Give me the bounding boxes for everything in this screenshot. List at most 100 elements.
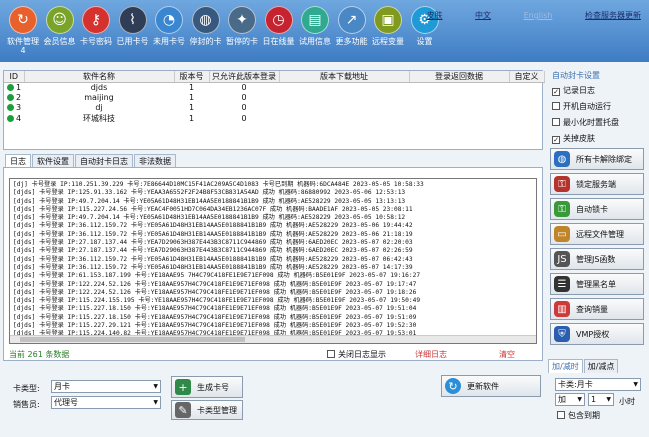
- row-version: 1: [188, 93, 195, 102]
- right-button-2[interactable]: ⚿ 自动锁卡: [550, 198, 644, 220]
- tab-illegal-data[interactable]: 非法数据: [134, 154, 176, 167]
- right-button-3[interactable]: ▭ 远程文件管理: [550, 223, 644, 245]
- top-toolbar: ↻ 软件管理 4 ☺ 会员信息 ⚷ 卡号密码 ⌇ 已用卡号 ◔ 未用卡号 ◍ 停封的卡 ✦ 暂停的卡 ◷ 日在线…: [0, 0, 649, 62]
- time-point-tabs: 加/减时 加/减点: [548, 359, 619, 373]
- toolbar-button-2[interactable]: ⚷ 卡号密码: [76, 6, 116, 46]
- right-button-label: 管理黑名单: [576, 279, 616, 289]
- chinese-link[interactable]: 中文: [475, 11, 491, 20]
- close-log-label: 关闭日志显示: [338, 350, 386, 359]
- table-row[interactable]: 2 maijing 1 0: [4, 93, 544, 103]
- toolbar-button-9[interactable]: ↗ 更多功能: [332, 6, 372, 46]
- toolbar-button-7[interactable]: ◷ 日在线量: [259, 6, 299, 46]
- col-id[interactable]: ID: [4, 71, 25, 83]
- col-custom[interactable]: 自定义: [509, 71, 545, 83]
- card-type-manage-button[interactable]: ✎ 卡类型管理: [171, 400, 243, 420]
- toolbar-label: 远程变量: [372, 37, 404, 46]
- row-version: 1: [188, 103, 195, 112]
- update-software-button[interactable]: ↻ 更新软件: [441, 375, 541, 397]
- row-id: 4: [4, 113, 24, 124]
- right-button-label: 管理JS函数: [576, 254, 616, 264]
- english-link[interactable]: English: [524, 11, 553, 20]
- software-table[interactable]: ID 软件名称 版本号 只允许此版本登录 版本下载地址 登录返回数据 自定义 1…: [3, 70, 545, 150]
- log-count: 当前 261 条数据: [9, 350, 70, 359]
- checkbox-icon: ✓: [552, 136, 560, 144]
- row-version: 1: [188, 83, 195, 93]
- log-textbox[interactable]: [dj] 卡号登录 IP:110.251.39.229 卡号:7E86644D1…: [9, 178, 537, 344]
- globe-icon: ◍: [191, 6, 220, 34]
- log-tabs: 日志 软件设置 自动封卡日志 非法数据: [5, 154, 177, 167]
- hour-label: 小时: [619, 397, 635, 406]
- right-button-label: 所有卡解除绑定: [576, 154, 632, 164]
- add-sub-select[interactable]: 加: [555, 393, 585, 406]
- row-only: 0: [241, 113, 247, 123]
- auto-ban-heading: 自动封卡设置: [552, 71, 600, 80]
- row-custom: [509, 83, 544, 93]
- log-line: [djds] 卡号登录 IP:36.112.159.72 卡号:YE05A61D…: [13, 230, 413, 238]
- clear-log-link[interactable]: 清空: [499, 349, 515, 360]
- log-line: [djds] 卡号登录 IP:115.227.24.56 卡号:YEAC4F00…: [13, 205, 413, 213]
- tab-log[interactable]: 日志: [5, 154, 31, 167]
- tab-add-time[interactable]: 加/减时: [548, 359, 583, 373]
- toolbar-button-8[interactable]: ▤ 试用信息: [295, 6, 335, 46]
- row-custom: [509, 113, 544, 124]
- generate-card-button[interactable]: + 生成卡号: [171, 376, 243, 398]
- skin-link[interactable]: 皮肤: [426, 11, 442, 20]
- tab-software-settings[interactable]: 软件设置: [32, 154, 74, 167]
- toolbar-button-4[interactable]: ◔ 未用卡号: [149, 6, 189, 46]
- chart-icon: ▥: [554, 301, 570, 317]
- row-name: djds: [90, 83, 108, 93]
- checkbox-icon: ✓: [552, 88, 560, 96]
- card-type-label: 卡类型:: [13, 384, 40, 393]
- lock-icon: ⚿: [554, 201, 570, 217]
- tab-add-points[interactable]: 加/减点: [583, 359, 619, 373]
- table-row[interactable]: 1 djds 1 0: [4, 83, 544, 93]
- option-checkbox-0[interactable]: ✓ 记录日志: [552, 85, 646, 96]
- col-login-return[interactable]: 登录返回数据: [409, 71, 510, 83]
- right-button-0[interactable]: ◍ 所有卡解除绑定: [550, 148, 644, 170]
- include-expired-label: 包含到期: [568, 411, 600, 420]
- right-button-1[interactable]: ⚿ 锁定服务端: [550, 173, 644, 195]
- col-name[interactable]: 软件名称: [24, 71, 175, 83]
- table-row[interactable]: 4 环城科技 1 0: [4, 113, 544, 124]
- row-name: dj: [95, 103, 103, 112]
- detail-log-link[interactable]: 详细日志: [415, 349, 447, 360]
- seller-label: 销售员:: [13, 400, 40, 409]
- col-only-version[interactable]: 只允许此版本登录: [209, 71, 280, 83]
- checkbox-icon: [327, 350, 335, 358]
- checkbox-icon: [552, 102, 560, 110]
- right-button-4[interactable]: JS 管理JS函数: [550, 248, 644, 270]
- status-dot-icon: [7, 84, 14, 92]
- option-checkbox-3[interactable]: ✓ 关掉皮肤: [552, 133, 646, 144]
- option-label: 最小化时置托盘: [563, 118, 619, 127]
- refresh-icon: ↻: [9, 6, 37, 34]
- horizontal-scrollbar[interactable]: [10, 335, 536, 343]
- toolbar-button-3[interactable]: ⌇ 已用卡号: [113, 6, 153, 46]
- right-button-6[interactable]: ▥ 查询销量: [550, 298, 644, 320]
- toolbar-button-0[interactable]: ↻ 软件管理 4: [3, 6, 43, 55]
- row-id: 3: [4, 103, 24, 113]
- toolbar-button-5[interactable]: ◍ 停封的卡: [186, 6, 226, 46]
- generate-card-label: 生成卡号: [197, 382, 229, 392]
- option-checkbox-2[interactable]: 最小化时置托盘: [552, 117, 646, 128]
- include-expired-checkbox[interactable]: 包含到期: [557, 410, 600, 421]
- option-checkbox-1[interactable]: 开机自动运行: [552, 101, 646, 112]
- amount-input[interactable]: 1: [588, 393, 614, 406]
- toolbar-button-6[interactable]: ✦ 暂停的卡: [222, 6, 262, 46]
- log-line: [djds] 卡号登录 IP:61.153.187.199 卡号:YE18AAE…: [13, 272, 421, 280]
- check-update-link[interactable]: 检查服务器更新: [585, 11, 641, 20]
- row-download: [279, 113, 409, 124]
- right-button-7[interactable]: ⛨ VMP授权: [550, 323, 644, 345]
- toolbar-button-1[interactable]: ☺ 会员信息: [40, 6, 80, 46]
- card-class-select[interactable]: 卡类:月卡: [555, 378, 641, 391]
- seller-select[interactable]: 代理号: [51, 396, 161, 409]
- status-dot-icon: [7, 94, 14, 101]
- right-button-label: 远程文件管理: [576, 229, 624, 239]
- table-row[interactable]: 3 dj 1 0: [4, 103, 544, 113]
- col-version[interactable]: 版本号: [174, 71, 210, 83]
- card-type-select[interactable]: 月卡: [51, 380, 161, 393]
- option-label: 记录日志: [563, 86, 595, 95]
- close-log-checkbox[interactable]: 关闭日志显示: [327, 349, 386, 360]
- right-button-5[interactable]: ☰ 管理黑名单: [550, 273, 644, 295]
- col-download-url[interactable]: 版本下载地址: [279, 71, 410, 83]
- tab-auto-ban-log[interactable]: 自动封卡日志: [75, 154, 133, 167]
